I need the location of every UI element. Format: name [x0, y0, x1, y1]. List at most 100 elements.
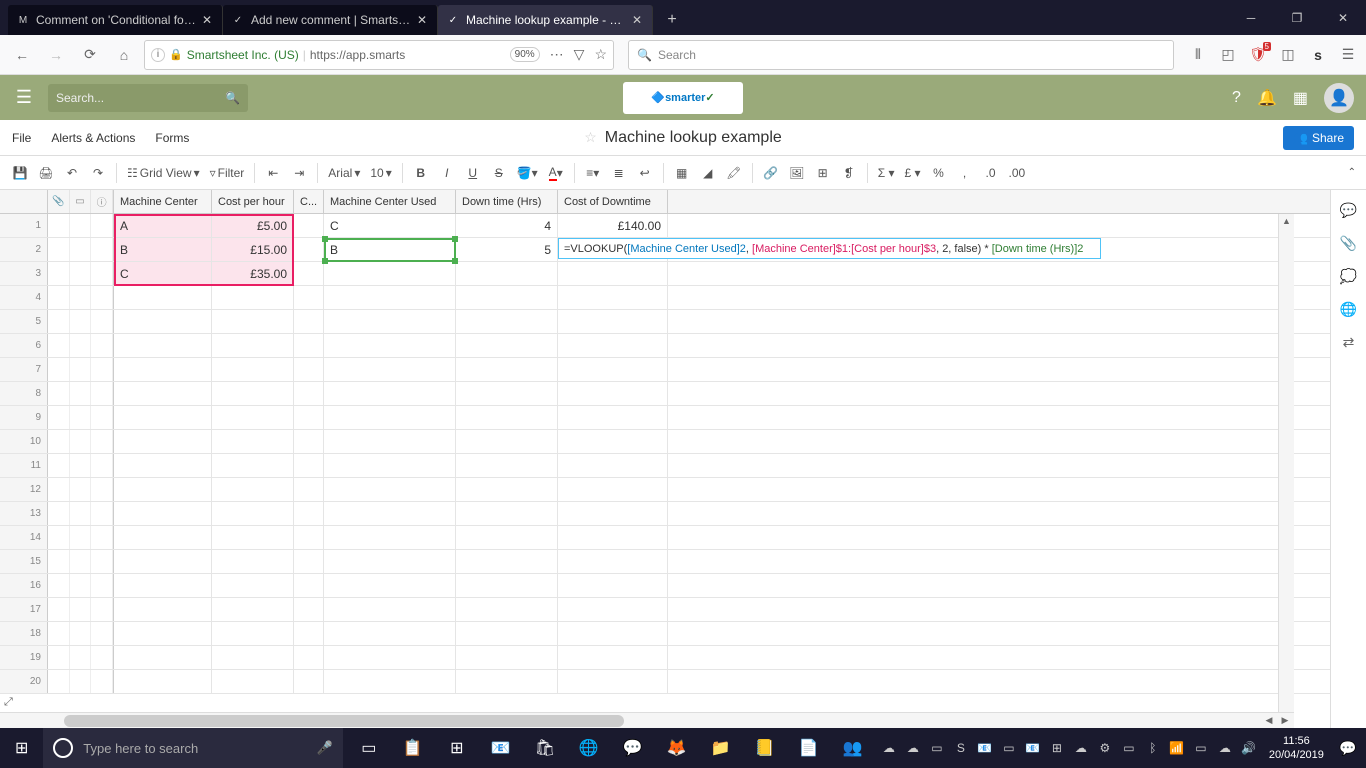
cell[interactable] — [324, 670, 456, 693]
vertical-scrollbar[interactable]: ▲ — [1278, 214, 1294, 712]
bookmark-star-icon[interactable]: ☆ — [594, 46, 607, 63]
cell[interactable] — [558, 622, 668, 645]
cell[interactable] — [456, 646, 558, 669]
taskbar-app-icon[interactable]: 📋 — [391, 728, 435, 768]
cell[interactable] — [114, 502, 212, 525]
cell[interactable] — [294, 430, 324, 453]
cell[interactable] — [114, 598, 212, 621]
menu-item[interactable]: Alerts & Actions — [41, 120, 145, 156]
cell[interactable] — [294, 550, 324, 573]
maximize-button[interactable]: ❐ — [1274, 0, 1320, 35]
tray-icon[interactable]: ⊞ — [1049, 740, 1065, 756]
cell[interactable] — [324, 286, 456, 309]
cell[interactable] — [558, 598, 668, 621]
right-rail-icon[interactable]: 🌐 — [1340, 301, 1357, 318]
cell[interactable] — [558, 286, 668, 309]
row-number[interactable]: 12 — [0, 478, 48, 501]
cell[interactable] — [212, 334, 294, 357]
taskbar-app-icon[interactable]: 📧 — [479, 728, 523, 768]
gutter-header-icon[interactable]: ⓘ — [91, 190, 113, 213]
attach-button[interactable]: ⊞ — [811, 161, 835, 185]
taskbar-app-icon[interactable]: 📒 — [743, 728, 787, 768]
cell[interactable] — [114, 574, 212, 597]
menu-item[interactable]: File — [12, 120, 41, 156]
row-number[interactable]: 4 — [0, 286, 48, 309]
cell[interactable] — [114, 526, 212, 549]
tray-icon[interactable]: 📶 — [1169, 740, 1185, 756]
cell[interactable] — [558, 358, 668, 381]
cell[interactable] — [456, 598, 558, 621]
browser-tab[interactable]: ✓Machine lookup example - Sm...✕ — [438, 5, 653, 35]
font-family-dropdown[interactable]: Arial ▾ — [324, 166, 364, 180]
symbol-button[interactable]: ❡ — [837, 161, 861, 185]
scroll-thumb[interactable] — [64, 715, 624, 727]
cell[interactable] — [558, 334, 668, 357]
cell[interactable] — [294, 598, 324, 621]
app-search[interactable]: 🔍 — [48, 84, 248, 112]
comma-button[interactable]: , — [953, 161, 977, 185]
cell[interactable] — [324, 454, 456, 477]
cell[interactable] — [114, 286, 212, 309]
tray-icon[interactable]: ☁ — [905, 740, 921, 756]
cell[interactable] — [456, 574, 558, 597]
cell[interactable] — [456, 478, 558, 501]
row-number[interactable]: 5 — [0, 310, 48, 333]
fill-color-button[interactable]: 🪣▾ — [513, 161, 542, 185]
currency-button[interactable]: £ ▾ — [900, 161, 924, 185]
tray-icon[interactable]: 🔊 — [1241, 740, 1257, 756]
right-rail-icon[interactable]: ⇄ — [1343, 334, 1355, 351]
scroll-left-icon[interactable]: ◀ — [1262, 714, 1276, 728]
mic-icon[interactable]: 🎤 — [317, 740, 333, 756]
favorite-star-icon[interactable]: ☆ — [584, 129, 597, 146]
dec-decrease-button[interactable]: .0 — [979, 161, 1003, 185]
right-rail-icon[interactable]: 📎 — [1340, 235, 1357, 252]
reload-button[interactable]: ⟳ — [76, 41, 104, 69]
cell[interactable] — [558, 550, 668, 573]
gutter-header-icon[interactable]: 📎 — [48, 190, 70, 213]
action-center-icon[interactable]: 💬 — [1330, 728, 1366, 768]
avatar[interactable]: 👤 — [1324, 83, 1354, 113]
filter-button[interactable]: ▿ Filter — [206, 166, 249, 180]
cell[interactable] — [324, 430, 456, 453]
menu-item[interactable]: Forms — [145, 120, 199, 156]
view-dropdown[interactable]: ☷ Grid View ▾ — [123, 166, 204, 180]
help-icon[interactable]: ? — [1232, 89, 1241, 107]
cell[interactable] — [324, 646, 456, 669]
zoom-level[interactable]: 90% — [510, 47, 540, 62]
bold-button[interactable]: B — [409, 161, 433, 185]
url-bar[interactable]: i 🔒 Smartsheet Inc. (US) | https://app.s… — [144, 40, 614, 70]
cell[interactable] — [212, 454, 294, 477]
close-tab-icon[interactable]: ✕ — [630, 13, 644, 27]
cell[interactable] — [212, 478, 294, 501]
cell[interactable] — [212, 646, 294, 669]
cell[interactable] — [456, 670, 558, 693]
cell[interactable] — [212, 310, 294, 333]
app-search-input[interactable] — [56, 91, 225, 105]
apps-grid-icon[interactable]: ▦ — [1293, 88, 1308, 108]
cell[interactable]: B — [324, 238, 456, 261]
cell[interactable] — [114, 622, 212, 645]
cell[interactable] — [212, 526, 294, 549]
cell[interactable] — [114, 454, 212, 477]
cell[interactable] — [456, 262, 558, 285]
minimize-button[interactable]: ─ — [1228, 0, 1274, 35]
library-icon[interactable]: ⫴ — [1188, 45, 1208, 65]
cell[interactable] — [456, 382, 558, 405]
right-rail-icon[interactable]: 💬 — [1340, 202, 1357, 219]
cortana-search[interactable]: Type here to search 🎤 — [43, 728, 343, 768]
taskbar-app-icon[interactable]: ▭ — [347, 728, 391, 768]
row-number[interactable]: 15 — [0, 550, 48, 573]
print-button[interactable]: 🖨 — [34, 161, 58, 185]
cell[interactable] — [324, 526, 456, 549]
share-button[interactable]: 👥 Share — [1283, 126, 1354, 150]
column-header[interactable]: Cost of Downtime — [558, 190, 668, 213]
cell[interactable] — [114, 670, 212, 693]
cell[interactable] — [456, 334, 558, 357]
new-tab-button[interactable]: + — [657, 5, 687, 35]
column-header[interactable]: Cost per hour — [212, 190, 294, 213]
cell[interactable] — [456, 502, 558, 525]
start-button[interactable]: ⊞ — [0, 728, 43, 768]
taskbar-app-icon[interactable]: 📁 — [699, 728, 743, 768]
cell[interactable] — [294, 646, 324, 669]
column-header[interactable]: C... — [294, 190, 324, 213]
